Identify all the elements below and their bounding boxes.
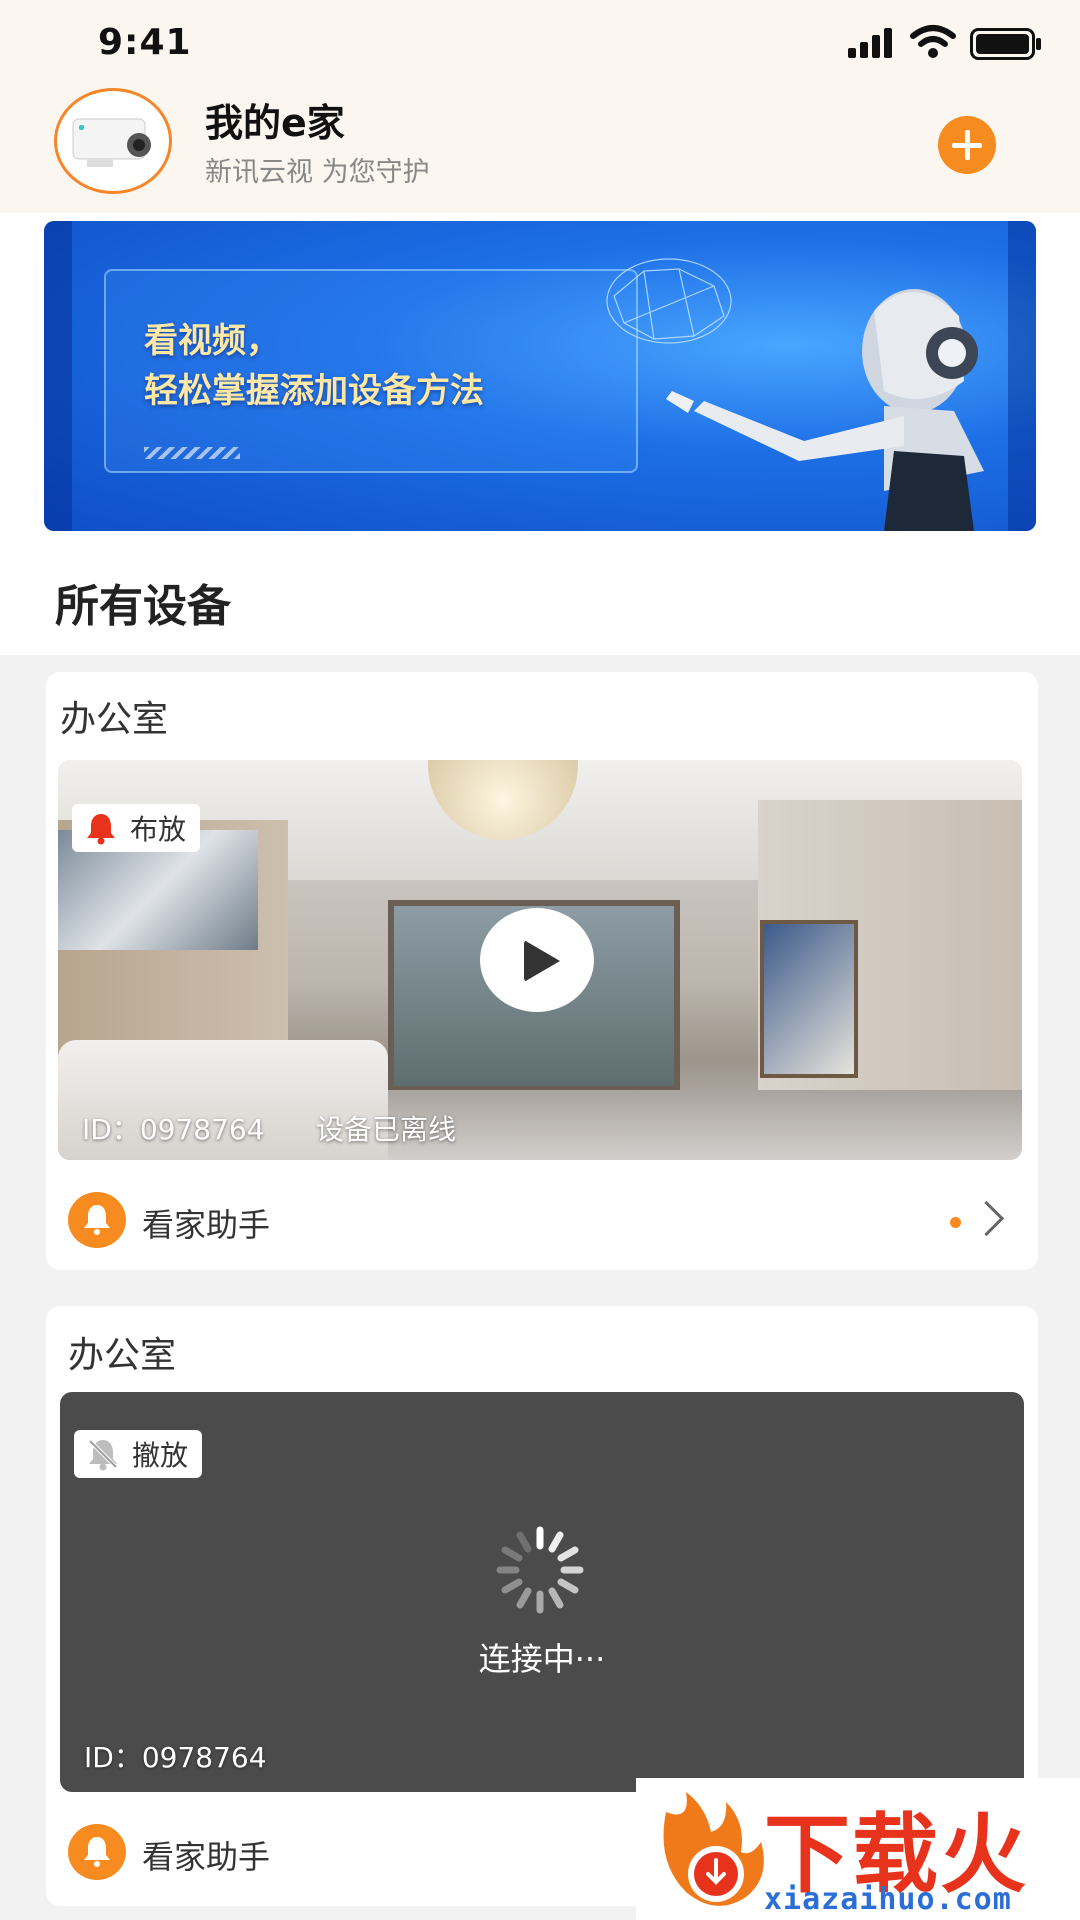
wifi-icon — [910, 25, 956, 58]
connecting-status: 连接中··· — [478, 1640, 606, 1678]
device-id: ID：0978764 — [84, 1741, 267, 1774]
chevron-right-icon[interactable] — [968, 1200, 1005, 1237]
disarm-status-label: 撤放 — [132, 1439, 189, 1472]
device-card[interactable]: 办公室 布放 ID：0978764 设备已离线 看家助手 — [46, 672, 1038, 1270]
banner-side-strip-left — [44, 221, 72, 531]
banner-line-2: 轻松掌握添加设备方法 — [144, 371, 484, 411]
play-icon — [524, 940, 560, 982]
banner-section: 看视频， 轻松掌握添加设备方法 — [0, 213, 1080, 533]
assistant-label: 看家助手 — [142, 1206, 271, 1244]
assistant-bell-icon — [68, 1192, 126, 1248]
device-room-label: 办公室 — [60, 699, 169, 740]
watermark-url: xiazaihuo.com — [764, 1882, 1012, 1917]
assistant-row[interactable]: 看家助手 — [46, 1180, 1038, 1260]
tutorial-banner[interactable]: 看视频， 轻松掌握添加设备方法 — [44, 221, 1036, 531]
section-title: 所有设备 — [55, 581, 231, 632]
robot-illustration — [606, 258, 984, 531]
assistant-label: 看家助手 — [142, 1838, 271, 1876]
arm-status-badge[interactable]: 布放 — [72, 804, 201, 852]
home-subtitle: 新讯云视 为您守护 — [205, 157, 430, 188]
device-video-preview[interactable]: 撤放 连接中··· ID：0978764 — [60, 1392, 1024, 1792]
battery-icon — [970, 28, 1041, 60]
assistant-bell-icon — [68, 1824, 126, 1880]
bell-icon — [87, 814, 115, 845]
watermark: 下载火 xiazaihuo.com — [636, 1778, 1080, 1920]
header: 9:41 我的e家 新讯云视 为您守护 — [0, 0, 1080, 213]
loading-spinner-icon — [496, 1526, 584, 1614]
unread-dot — [950, 1217, 961, 1228]
flame-logo-icon — [663, 1792, 764, 1906]
camera-device-icon — [72, 118, 151, 167]
device-offline-status: 设备已离线 — [316, 1113, 457, 1146]
status-time: 9:41 — [98, 22, 192, 63]
arm-status-label: 布放 — [130, 813, 187, 846]
home-title: 我的e家 — [205, 101, 345, 145]
status-bar: 9:41 — [0, 0, 1080, 84]
play-button[interactable] — [480, 908, 594, 1012]
add-device-button[interactable] — [938, 116, 996, 174]
avatar[interactable] — [54, 88, 172, 194]
device-room-label: 办公室 — [68, 1335, 177, 1376]
device-video-preview[interactable]: 布放 ID：0978764 设备已离线 — [58, 760, 1022, 1160]
disarm-status-badge[interactable]: 撤放 — [74, 1430, 203, 1478]
banner-line-1: 看视频， — [144, 321, 280, 361]
banner-stripes — [144, 447, 240, 459]
device-id: ID：0978764 — [82, 1113, 265, 1146]
cellular-signal-icon — [848, 28, 892, 58]
bell-off-icon — [88, 1439, 118, 1471]
